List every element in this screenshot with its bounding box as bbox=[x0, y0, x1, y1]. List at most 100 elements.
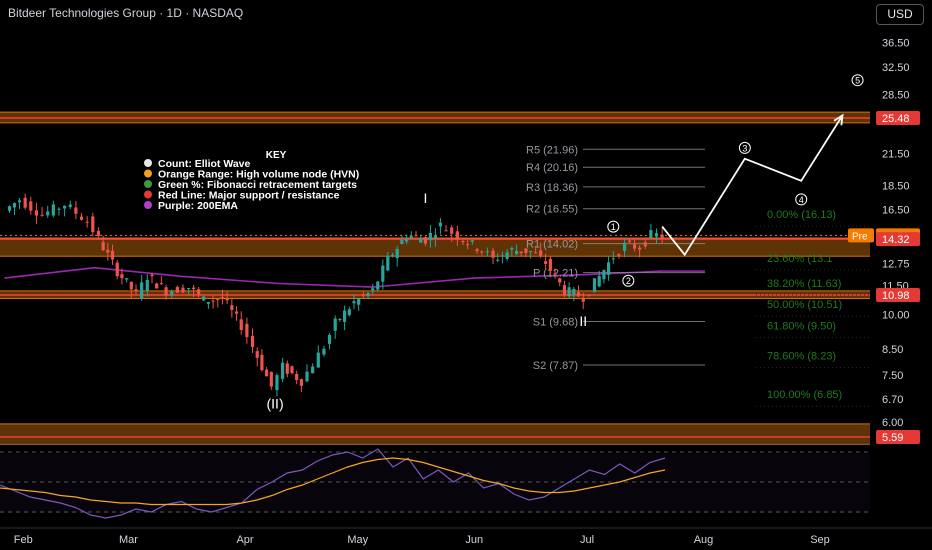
candle bbox=[311, 363, 315, 374]
candle-body bbox=[455, 231, 459, 240]
candle bbox=[376, 280, 380, 291]
projection-line bbox=[661, 114, 844, 257]
candle bbox=[602, 269, 606, 284]
price-tick-label: 28.50 bbox=[882, 89, 910, 101]
candle-body bbox=[255, 351, 259, 358]
currency-button[interactable]: USD bbox=[876, 4, 924, 25]
candle-body bbox=[338, 318, 342, 321]
candle-body bbox=[175, 286, 179, 293]
candle-body bbox=[400, 239, 404, 245]
candle-body bbox=[187, 288, 191, 290]
candle-body bbox=[587, 294, 591, 296]
candle bbox=[381, 259, 385, 290]
candle-body bbox=[602, 270, 606, 280]
candle-body bbox=[572, 289, 576, 296]
candle bbox=[159, 276, 163, 285]
price-tick-label: 10.00 bbox=[882, 310, 910, 322]
candle-body bbox=[63, 205, 67, 209]
legend-title: KEY bbox=[266, 150, 287, 161]
price-badge-label: 14.32 bbox=[882, 234, 910, 246]
candle-body bbox=[29, 201, 33, 211]
time-axis: Feb Mar Apr May Jun Jul Aug Sep bbox=[0, 527, 932, 546]
candle bbox=[290, 365, 294, 375]
candle-body bbox=[79, 216, 84, 220]
candle-body bbox=[539, 250, 543, 256]
candle bbox=[347, 306, 351, 317]
price-tick-label: 21.50 bbox=[882, 149, 910, 161]
candle bbox=[91, 212, 95, 237]
legend-item: Purple: 200EMA bbox=[158, 200, 238, 212]
premarket-tag-label: Pre bbox=[852, 231, 868, 242]
price-tick-label: 18.50 bbox=[882, 180, 910, 192]
candle bbox=[181, 284, 185, 294]
candle-body bbox=[611, 258, 615, 260]
candle-body bbox=[322, 348, 326, 355]
time-tick-label: Jul bbox=[580, 534, 594, 546]
legend-swatch bbox=[144, 159, 152, 167]
candle bbox=[29, 196, 33, 215]
candle bbox=[395, 245, 399, 267]
candle bbox=[51, 200, 55, 218]
candle-body bbox=[444, 230, 448, 232]
time-tick-label: Feb bbox=[14, 534, 33, 546]
candle-body bbox=[607, 262, 611, 275]
candle-body bbox=[110, 250, 115, 260]
candle-body bbox=[597, 275, 601, 287]
candle-body bbox=[638, 247, 642, 250]
candle-body bbox=[91, 216, 95, 233]
candle-body bbox=[500, 255, 505, 257]
candle-body bbox=[280, 362, 285, 379]
price-tick-label: 7.50 bbox=[882, 370, 903, 382]
candle-body bbox=[129, 281, 133, 290]
candle-body bbox=[211, 300, 215, 302]
candle-body bbox=[305, 371, 309, 382]
candle bbox=[245, 317, 249, 344]
pivot-levels: R5 (21.96) R4 (20.16) R3 (18.36) R2 (16.55)… bbox=[526, 144, 705, 372]
candle bbox=[438, 217, 443, 235]
fib-label: 0.00% (16.13) bbox=[767, 209, 836, 221]
candle-body bbox=[485, 251, 490, 253]
candle bbox=[12, 202, 17, 216]
candle-body bbox=[381, 265, 385, 282]
candle-body bbox=[475, 249, 479, 252]
candle-body bbox=[376, 281, 380, 290]
candle bbox=[46, 205, 50, 218]
candle-body bbox=[225, 298, 229, 301]
candle-body bbox=[250, 335, 255, 347]
pivot-label: S1 (9.68) bbox=[533, 316, 578, 328]
time-tick-label: Mar bbox=[119, 534, 138, 546]
candle-body bbox=[405, 238, 409, 242]
price-badge-label: 5.59 bbox=[882, 432, 903, 444]
fib-label: 61.80% (9.50) bbox=[767, 320, 836, 332]
candle-body bbox=[234, 311, 239, 314]
legend-swatch bbox=[144, 180, 152, 188]
candle bbox=[202, 295, 206, 302]
wave-label: 4 bbox=[799, 195, 804, 205]
candle-body bbox=[68, 204, 72, 208]
candle-body bbox=[40, 214, 44, 216]
candle-body bbox=[627, 240, 632, 242]
candle bbox=[567, 282, 571, 299]
candle-body bbox=[265, 369, 269, 377]
candle-body bbox=[414, 235, 418, 237]
candle-body bbox=[85, 221, 89, 223]
candle-body bbox=[548, 258, 552, 271]
candle-body bbox=[115, 262, 119, 277]
candle bbox=[269, 371, 273, 390]
candle-body bbox=[140, 282, 144, 299]
candle-body bbox=[395, 248, 399, 259]
candle-body bbox=[285, 363, 289, 374]
candle-body bbox=[544, 261, 548, 264]
candle-body bbox=[450, 227, 454, 234]
candle bbox=[34, 202, 39, 224]
candle bbox=[280, 357, 285, 383]
candle bbox=[265, 367, 269, 377]
candle bbox=[607, 256, 611, 281]
wave-label: 1 bbox=[611, 222, 616, 232]
candle-body bbox=[159, 283, 163, 285]
candle bbox=[562, 280, 567, 298]
candle-body bbox=[357, 298, 361, 305]
candle bbox=[299, 378, 303, 393]
candle bbox=[592, 278, 597, 293]
candle bbox=[275, 373, 279, 397]
